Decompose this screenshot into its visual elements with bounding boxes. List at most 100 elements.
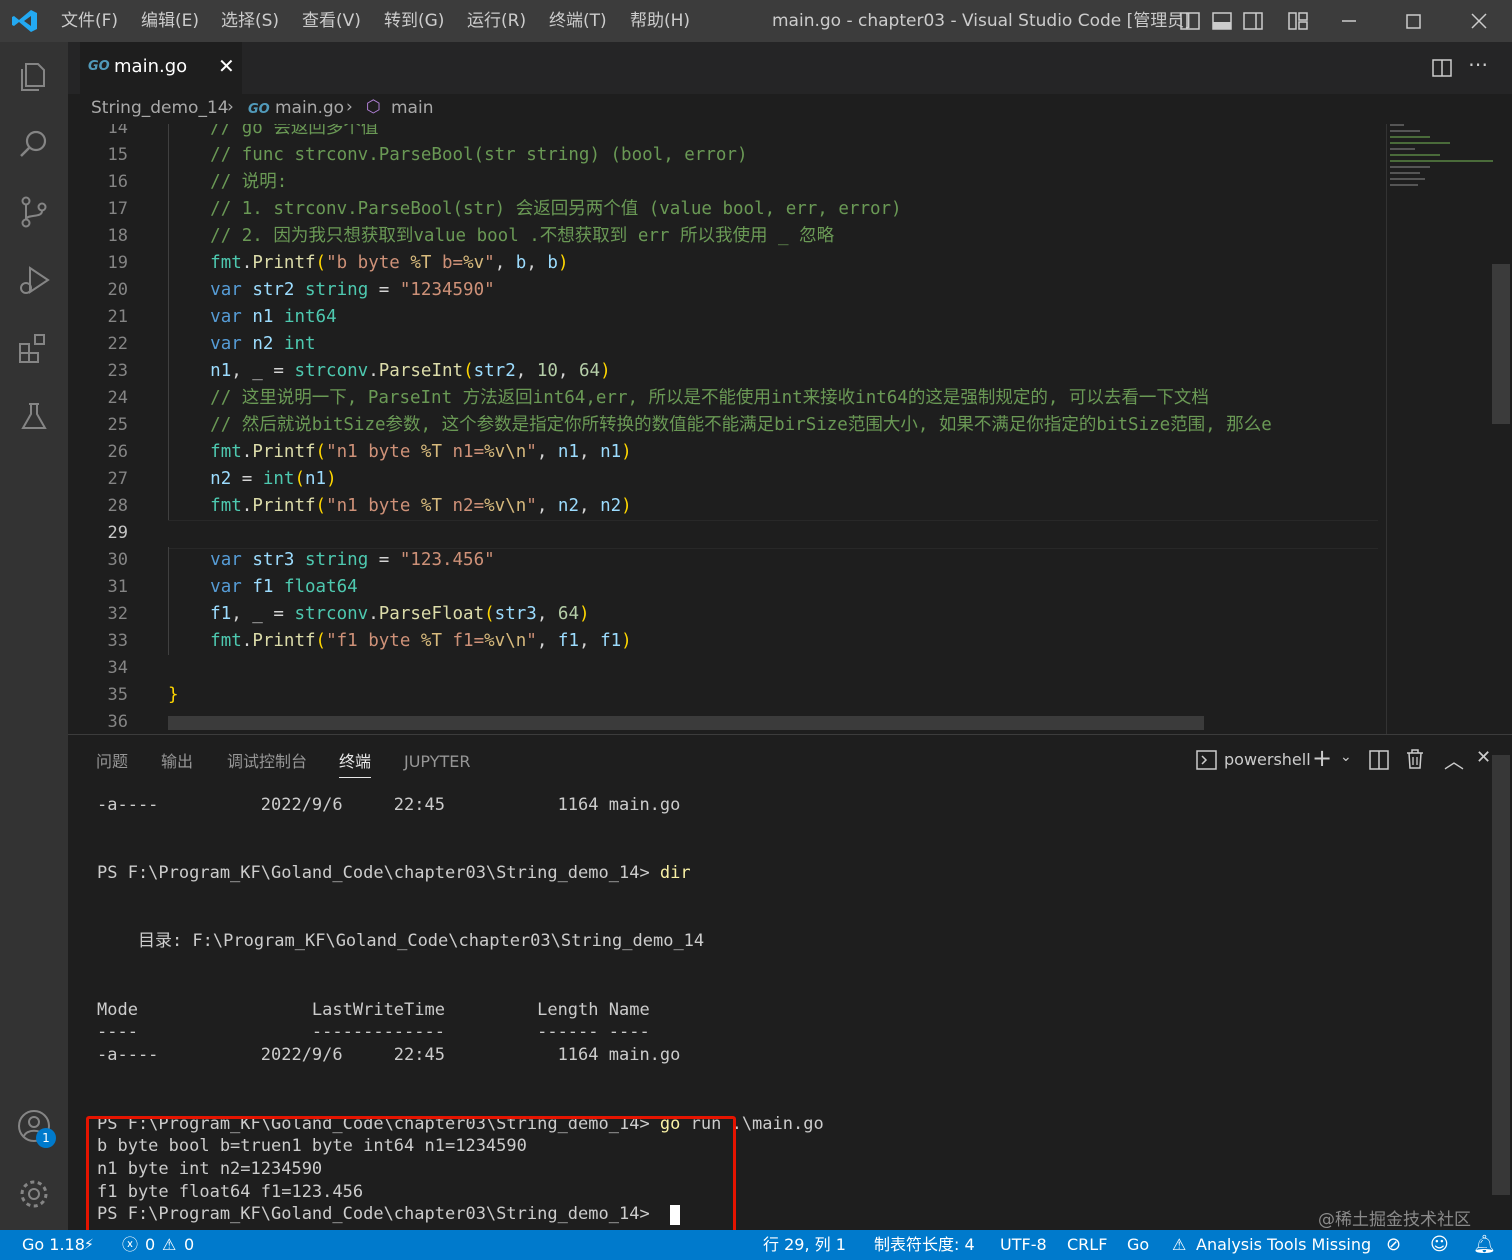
tab-debug-console[interactable]: 调试控制台 bbox=[227, 747, 307, 777]
breadcrumb-symbol[interactable]: main bbox=[391, 98, 433, 118]
line-number[interactable]: 16 bbox=[68, 169, 128, 196]
minimap[interactable] bbox=[1388, 124, 1494, 194]
menu-view[interactable]: 查看(V) bbox=[302, 0, 361, 42]
code-line[interactable]: fmt.Printf("b byte %T b=%v", b, b) bbox=[168, 250, 568, 277]
more-actions-icon[interactable]: ⋯ bbox=[1468, 52, 1488, 76]
line-number[interactable]: 28 bbox=[68, 493, 128, 520]
line-number[interactable]: 15 bbox=[68, 142, 128, 169]
warning-count[interactable]: 0 bbox=[184, 1230, 194, 1260]
new-terminal-icon[interactable]: + bbox=[1312, 744, 1332, 772]
code-line[interactable]: n1, _ = strconv.ParseInt(str2, 10, 64) bbox=[168, 358, 610, 385]
tab-output[interactable]: 输出 bbox=[161, 747, 193, 777]
line-number[interactable]: 31 bbox=[68, 574, 128, 601]
language-mode[interactable]: Go bbox=[1127, 1230, 1149, 1260]
terminal-scrollbar[interactable] bbox=[1492, 755, 1510, 1195]
code-editor[interactable]: 14 // go 会返回多个值 15 // func strconv.ParseB… bbox=[68, 124, 1512, 734]
editor-vertical-scrollbar[interactable] bbox=[1492, 264, 1510, 424]
breadcrumb-folder[interactable]: String_demo_14 bbox=[91, 98, 229, 118]
cursor-position[interactable]: 行 29, 列 1 bbox=[763, 1230, 846, 1260]
line-number[interactable]: 17 bbox=[68, 196, 128, 223]
menu-file[interactable]: 文件(F) bbox=[61, 0, 118, 42]
split-terminal-icon[interactable] bbox=[1368, 749, 1390, 771]
customize-layout-icon[interactable] bbox=[1286, 0, 1310, 42]
line-number[interactable]: 26 bbox=[68, 439, 128, 466]
code-line[interactable]: // 然后就说bitSize参数, 这个参数是指定你所转换的数值能不能满足bir… bbox=[168, 412, 1272, 439]
split-editor-icon[interactable] bbox=[1430, 56, 1454, 80]
breadcrumb-file[interactable]: main.go bbox=[275, 98, 344, 118]
menu-edit[interactable]: 编辑(E) bbox=[141, 0, 199, 42]
search-icon[interactable] bbox=[14, 124, 54, 164]
line-ending[interactable]: CRLF bbox=[1067, 1230, 1107, 1260]
line-number[interactable]: 27 bbox=[68, 466, 128, 493]
code-line[interactable]: var n2 int bbox=[168, 331, 315, 358]
line-number[interactable]: 34 bbox=[68, 655, 128, 682]
line-number[interactable]: 25 bbox=[68, 412, 128, 439]
code-line[interactable]: var str2 string = "1234590" bbox=[168, 277, 495, 304]
close-tab-icon[interactable]: ✕ bbox=[218, 54, 235, 78]
editor-horizontal-scrollbar[interactable] bbox=[168, 716, 1204, 730]
analysis-tools-status[interactable]: Analysis Tools Missing bbox=[1196, 1230, 1371, 1260]
notifications-bell-icon[interactable]: 🔔︎ bbox=[1473, 1230, 1496, 1260]
menu-help[interactable]: 帮助(H) bbox=[630, 0, 690, 42]
manage-gear-icon[interactable] bbox=[14, 1174, 54, 1214]
tab-terminal[interactable]: 终端 bbox=[339, 747, 372, 778]
tab-main-go[interactable]: GO main.go ✕ bbox=[80, 42, 242, 94]
line-number[interactable]: 14 bbox=[68, 124, 128, 142]
trash-icon[interactable] bbox=[1404, 748, 1426, 770]
menu-run[interactable]: 运行(R) bbox=[467, 0, 526, 42]
minimize-button[interactable] bbox=[1334, 0, 1364, 42]
code-line[interactable]: // 2. 因为我只想获取到value bool .不想获取到 err 所以我使… bbox=[168, 223, 834, 250]
line-number[interactable]: 24 bbox=[68, 385, 128, 412]
extensions-icon[interactable] bbox=[14, 328, 54, 368]
code-line[interactable]: // 这里说明一下, ParseInt 方法返回int64,err, 所以是不能… bbox=[168, 385, 1209, 412]
tab-problems[interactable]: 问题 bbox=[96, 747, 128, 777]
line-number[interactable]: 35 bbox=[68, 682, 128, 709]
terminal-shell-label[interactable]: powershell bbox=[1224, 750, 1311, 769]
source-control-icon[interactable] bbox=[14, 192, 54, 232]
toggle-secondary-sidebar-icon[interactable] bbox=[1241, 0, 1265, 42]
error-icon[interactable]: ⓧ bbox=[122, 1230, 138, 1260]
line-number[interactable]: 36 bbox=[68, 709, 128, 734]
go-version[interactable]: Go 1.18 bbox=[22, 1230, 85, 1260]
code-line[interactable]: n2 = int(n1) bbox=[168, 466, 336, 493]
code-line[interactable]: // func strconv.ParseBool(str string) (b… bbox=[168, 142, 747, 169]
chevron-down-icon[interactable]: ⌄ bbox=[1340, 749, 1352, 765]
code-line[interactable]: var f1 float64 bbox=[168, 574, 358, 601]
feedback-icon[interactable]: ☺ bbox=[1430, 1230, 1449, 1260]
code-line[interactable]: } bbox=[168, 682, 179, 709]
line-number[interactable]: 18 bbox=[68, 223, 128, 250]
line-number[interactable]: 30 bbox=[68, 547, 128, 574]
close-window-button[interactable] bbox=[1464, 0, 1494, 42]
line-number[interactable]: 32 bbox=[68, 601, 128, 628]
code-line[interactable]: fmt.Printf("f1 byte %T f1=%v\n", f1, f1) bbox=[168, 628, 632, 655]
menu-terminal[interactable]: 终端(T) bbox=[549, 0, 607, 42]
maximize-panel-icon[interactable]: ︿ bbox=[1444, 745, 1464, 774]
toggle-panel-icon[interactable] bbox=[1210, 0, 1234, 42]
code-line[interactable]: fmt.Printf("n1 byte %T n1=%v\n", n1, n1) bbox=[168, 439, 632, 466]
line-number[interactable]: 33 bbox=[68, 628, 128, 655]
maximize-button[interactable] bbox=[1398, 0, 1428, 42]
menu-go[interactable]: 转到(G) bbox=[384, 0, 444, 42]
code-line[interactable]: // 1. strconv.ParseBool(str) 会返回另两个值 (va… bbox=[168, 196, 901, 223]
line-number[interactable]: 29 bbox=[68, 520, 128, 547]
error-count[interactable]: 0 bbox=[145, 1230, 155, 1260]
line-number[interactable]: 20 bbox=[68, 277, 128, 304]
code-line[interactable]: fmt.Printf("n1 byte %T n2=%v\n", n2, n2) bbox=[168, 493, 632, 520]
explorer-icon[interactable] bbox=[14, 56, 54, 96]
code-line[interactable]: // go 会返回多个值 bbox=[168, 124, 378, 142]
line-number[interactable]: 19 bbox=[68, 250, 128, 277]
tab-jupyter[interactable]: JUPYTER bbox=[404, 747, 471, 777]
toggle-sidebar-icon[interactable] bbox=[1178, 0, 1202, 42]
no-broadcast-icon[interactable]: ⊘ bbox=[1386, 1230, 1401, 1260]
line-number[interactable]: 23 bbox=[68, 358, 128, 385]
line-number[interactable]: 21 bbox=[68, 304, 128, 331]
menu-selection[interactable]: 选择(S) bbox=[221, 0, 279, 42]
code-line[interactable]: // 说明: bbox=[168, 169, 287, 196]
close-panel-icon[interactable]: ✕ bbox=[1476, 747, 1491, 768]
code-line[interactable]: f1, _ = strconv.ParseFloat(str3, 64) bbox=[168, 601, 589, 628]
line-number[interactable]: 22 bbox=[68, 331, 128, 358]
tab-size[interactable]: 制表符长度: 4 bbox=[874, 1230, 975, 1260]
code-line[interactable]: var n1 int64 bbox=[168, 304, 336, 331]
testing-icon[interactable] bbox=[14, 396, 54, 436]
encoding[interactable]: UTF-8 bbox=[1000, 1230, 1047, 1260]
